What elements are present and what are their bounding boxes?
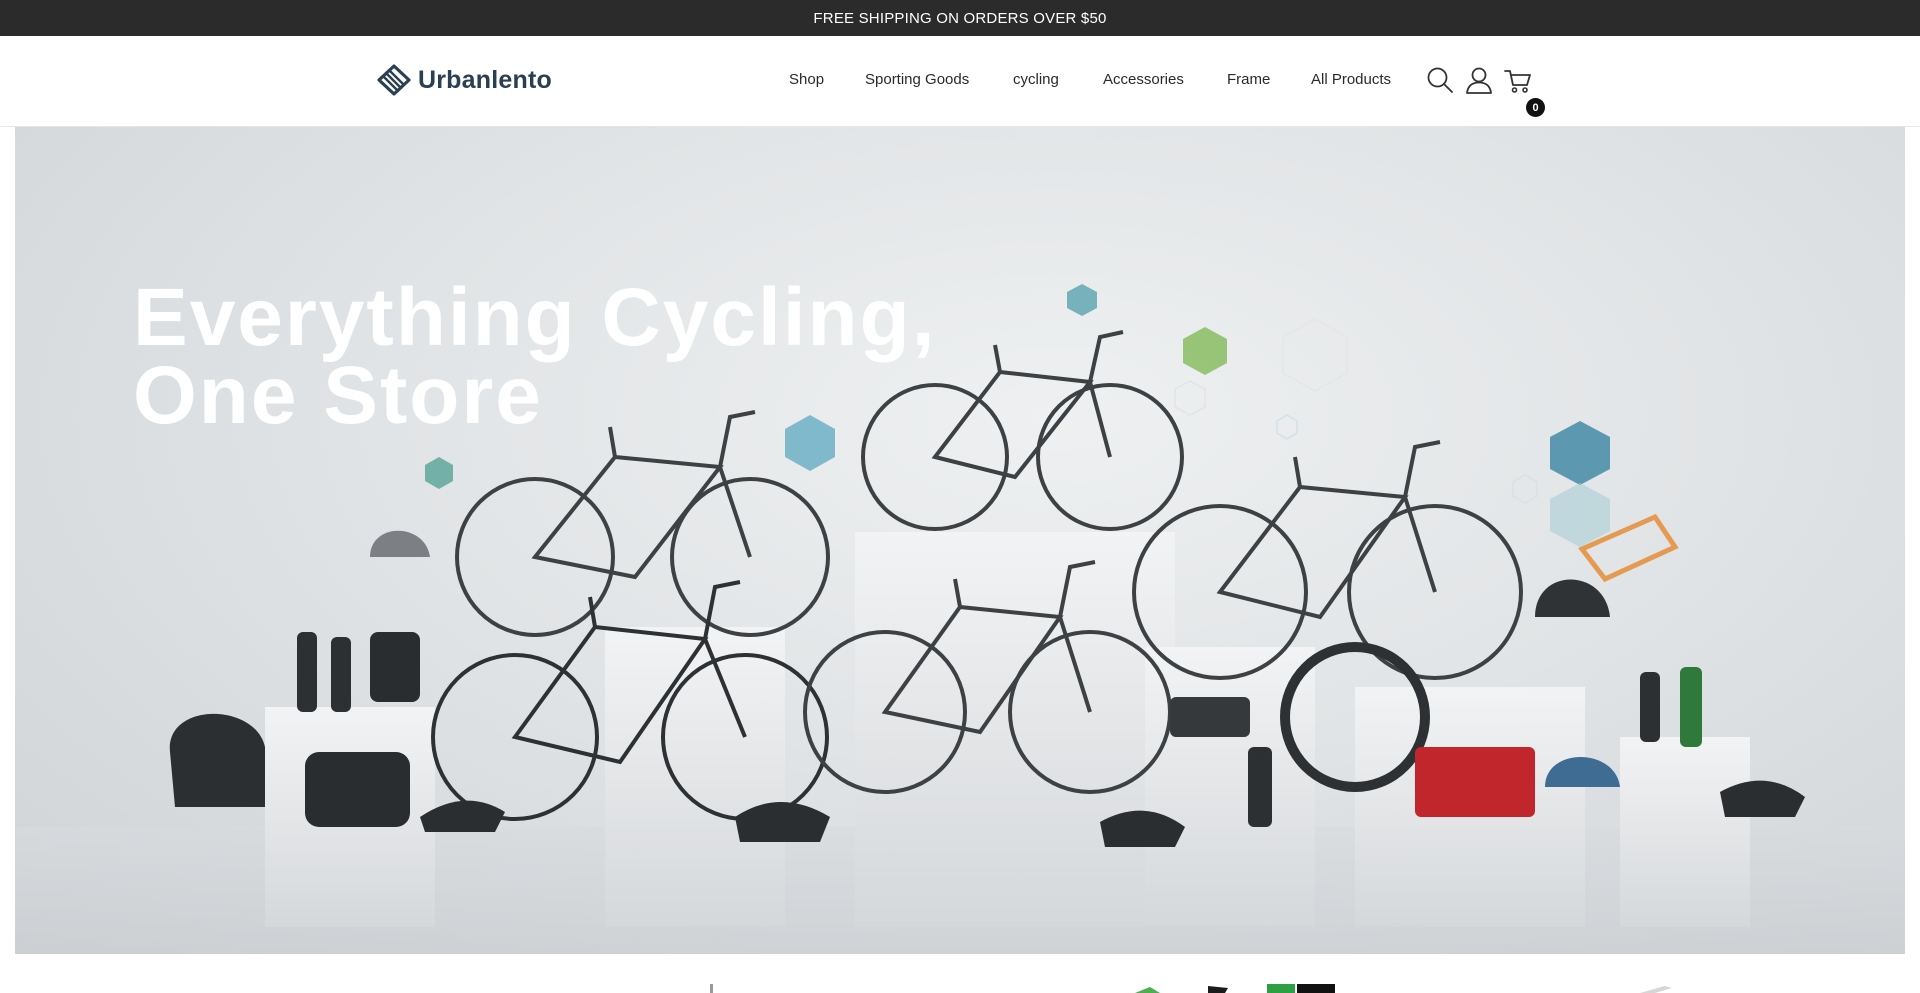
bicycle xyxy=(1132,440,1523,680)
red-tool-case xyxy=(1415,747,1535,817)
hero-title: Everything Cycling, One Store xyxy=(133,272,937,441)
product-thumbnail xyxy=(1640,986,1672,993)
saddle-bag xyxy=(370,632,420,702)
hero-title-line-2: One Store xyxy=(133,350,543,441)
helmet xyxy=(169,713,265,807)
hero-banner[interactable]: Everything Cycling, One Store xyxy=(15,127,1905,954)
product-strip xyxy=(0,954,1920,993)
main-nav: Shop Sporting Goods cycling Accessories … xyxy=(0,71,1920,95)
nav-item-frame[interactable]: Frame xyxy=(1227,71,1270,88)
product-thumbnail xyxy=(1267,984,1295,993)
product-thumbnail xyxy=(1135,987,1160,993)
pedestal xyxy=(1620,737,1750,927)
cart-count-badge: 0 xyxy=(1526,98,1545,117)
product-thumbnail xyxy=(1208,986,1228,993)
nav-item-all-products[interactable]: All Products xyxy=(1311,71,1391,88)
nav-item-cycling[interactable]: cycling xyxy=(1013,71,1059,88)
nav-item-sporting-goods[interactable]: Sporting Goods xyxy=(865,71,969,88)
user-icon[interactable] xyxy=(1464,65,1494,95)
water-bottle xyxy=(1248,747,1272,827)
tool-box xyxy=(1170,697,1250,737)
product-thumbnail xyxy=(710,984,713,993)
site-header: Urbanlento Shop Sporting Goods cycling A… xyxy=(0,36,1920,127)
hero-image xyxy=(15,284,1905,954)
camera-bag xyxy=(305,752,410,827)
nav-item-accessories[interactable]: Accessories xyxy=(1103,71,1184,88)
hero-title-line-1: Everything Cycling, xyxy=(133,272,937,363)
search-icon[interactable] xyxy=(1425,65,1455,95)
announcement-bar: FREE SHIPPING ON ORDERS OVER $50 xyxy=(0,0,1920,36)
product-thumbnail xyxy=(1297,984,1335,993)
cart-icon[interactable] xyxy=(1503,65,1533,95)
product-thumbnails xyxy=(710,984,1672,993)
water-bottle xyxy=(331,637,351,712)
pedestal xyxy=(855,532,1175,927)
water-bottle xyxy=(1640,672,1660,742)
bicycle xyxy=(455,410,830,637)
nav-item-shop[interactable]: Shop xyxy=(789,71,824,88)
helmet xyxy=(1535,579,1610,617)
water-bottle xyxy=(297,632,317,712)
helmet xyxy=(370,530,430,557)
cycling-shoe xyxy=(1720,780,1805,817)
water-bottle xyxy=(1680,667,1702,747)
announcement-text: FREE SHIPPING ON ORDERS OVER $50 xyxy=(813,9,1107,27)
